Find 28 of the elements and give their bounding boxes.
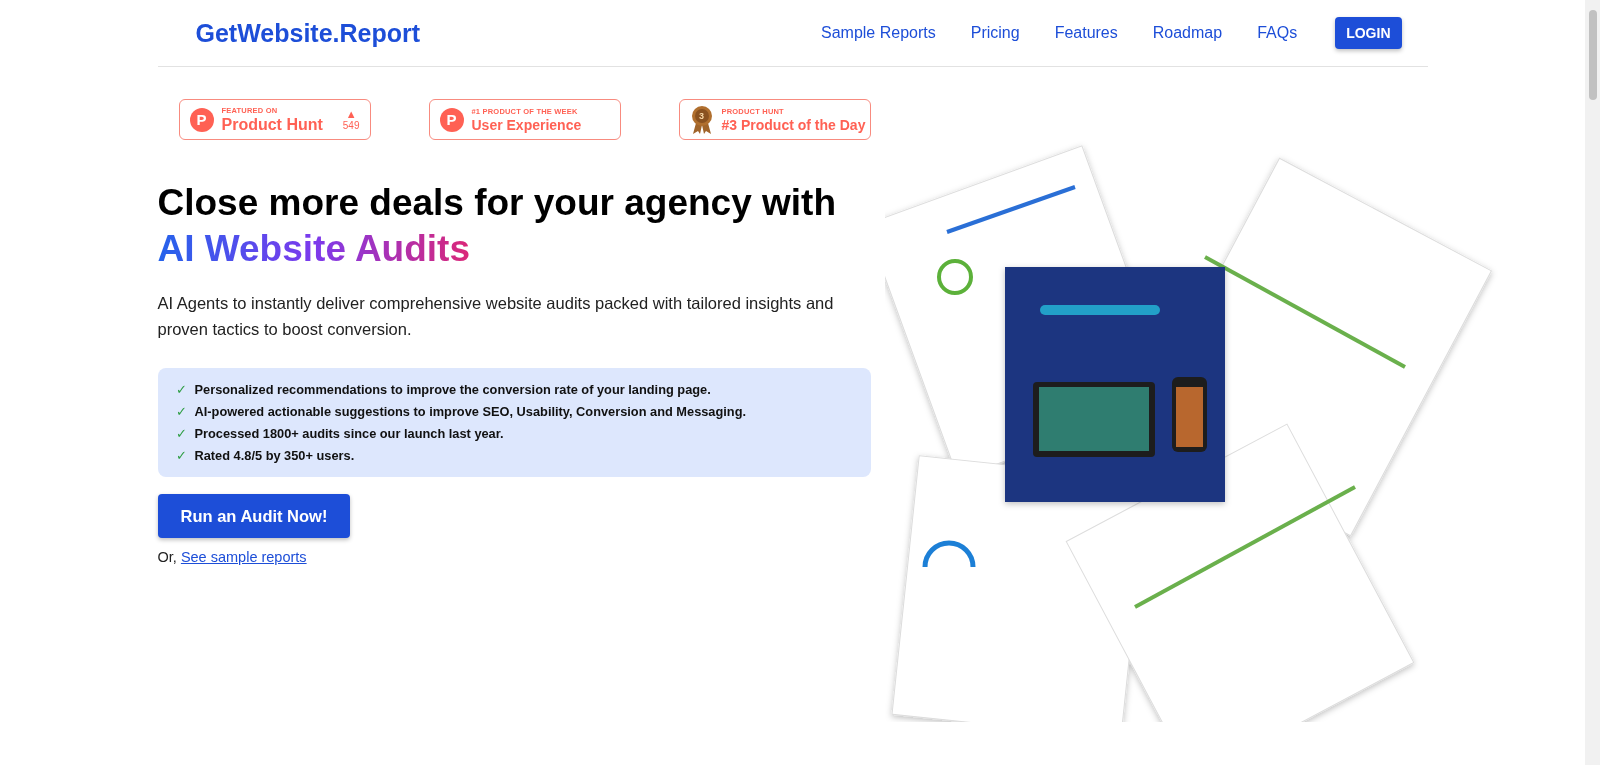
upvote-count: 549 [342, 120, 360, 131]
scrollbar-thumb[interactable] [1588, 10, 1597, 100]
feature-text: Processed 1800+ audits since our launch last year. [194, 426, 504, 441]
site-logo[interactable]: GetWebsite.Report [195, 18, 421, 48]
feature-text: Rated 4.8/5 by 350+ users. [194, 448, 355, 463]
nav-link[interactable]: Sample Reports [821, 24, 936, 42]
headline: Close more deals for your agency with AI Website Audits [157, 181, 838, 271]
alt-text: Or, [157, 549, 178, 565]
upvote-icon: ▲ [345, 108, 357, 120]
badge-title: User Experience [471, 116, 583, 133]
run-audit-button[interactable]: Run an Audit Now! [157, 494, 351, 538]
badge-title: Product Hunt [221, 115, 324, 134]
check-icon: ✓ [175, 382, 187, 397]
feature-text: AI-powered actionable suggestions to improve SEO, Usability, Conversion and Messaging. [194, 404, 747, 419]
check-icon: ✓ [175, 448, 187, 463]
badge-title: #3 Product of the Day [721, 116, 866, 133]
product-hunt-icon: P [189, 107, 214, 132]
login-button[interactable]: LOGIN [1335, 17, 1402, 49]
nav-link[interactable]: Roadmap [1152, 24, 1223, 42]
nav-link[interactable]: FAQs [1257, 24, 1298, 42]
check-icon: ✓ [175, 426, 187, 441]
nav-link[interactable]: Pricing [970, 24, 1020, 42]
feature-text: Personalized recommendations to improve the conversion rate of your landing page. [194, 382, 711, 397]
product-hunt-icon: P [439, 107, 464, 132]
sample-reports-link[interactable]: See sample reports [180, 549, 307, 565]
nav-link[interactable]: Features [1054, 24, 1118, 42]
hero-description: AI Agents to instantly deliver comprehensive website audits packed with tailored insights and proven tactics to boost conversion. [157, 293, 835, 340]
check-icon: ✓ [175, 404, 187, 419]
